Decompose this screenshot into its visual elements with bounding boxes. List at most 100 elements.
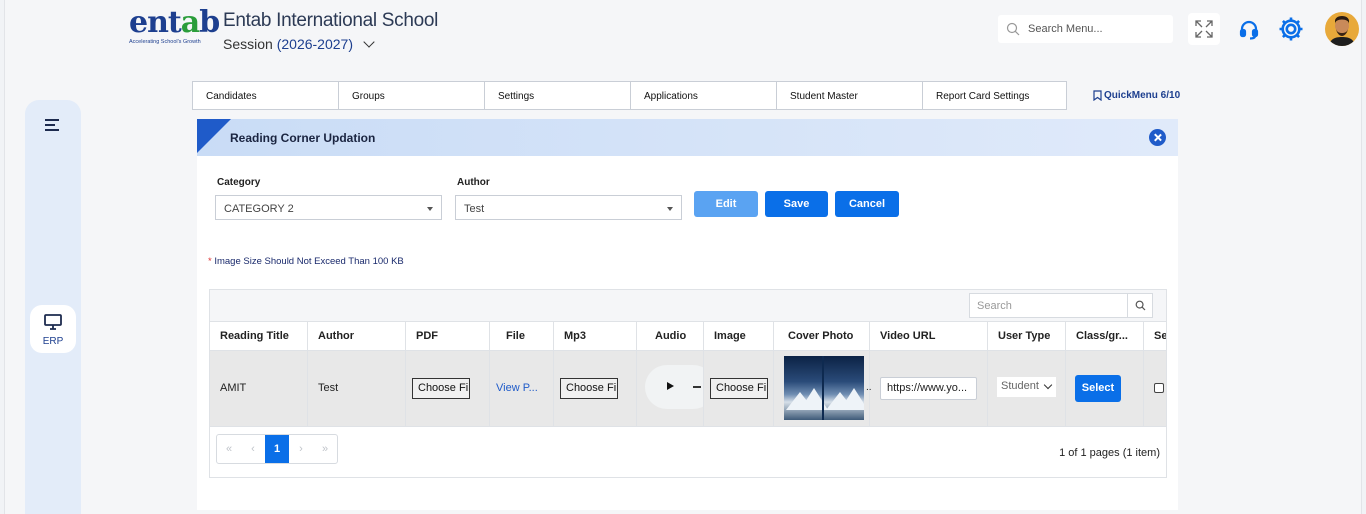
col-reading-title[interactable]: Reading Title [210, 322, 308, 350]
entab-logo: entab Accelerating School's Growth [129, 5, 220, 52]
erp-label: ERP [42, 336, 64, 347]
edit-button[interactable]: Edit [694, 191, 758, 217]
pager-page-1[interactable]: 1 [265, 435, 289, 463]
cover-photo-thumbnail [784, 356, 864, 420]
quickmenu-label: QuickMenu 6/10 [1104, 90, 1181, 101]
cell-user-type: Student [988, 351, 1066, 426]
grid-toolbar [210, 290, 1166, 321]
quickmenu-link[interactable]: QuickMenu 6/10 [1093, 90, 1180, 101]
tab-applications[interactable]: Applications [631, 82, 777, 109]
col-mp3[interactable]: Mp3 [554, 322, 637, 350]
grid-search-button[interactable] [1127, 294, 1152, 317]
menu-icon[interactable] [45, 119, 59, 134]
reading-corner-panel: Reading Corner Updation Category CATEGOR… [197, 119, 1178, 510]
col-pdf[interactable]: PDF [406, 322, 490, 350]
author-value: Test [464, 203, 485, 215]
author-value: Test [318, 382, 339, 394]
pager-first-button[interactable]: « [217, 435, 241, 463]
view-pdf-link[interactable]: View P... [496, 382, 538, 394]
support-button[interactable] [1233, 13, 1265, 45]
col-audio[interactable]: Audio [637, 322, 704, 350]
tab-candidates[interactable]: Candidates [193, 82, 339, 109]
play-icon[interactable] [667, 382, 674, 390]
col-cover-photo[interactable]: Cover Photo [774, 322, 870, 350]
tab-student-master[interactable]: Student Master [777, 82, 923, 109]
category-label: Category [217, 177, 261, 188]
cell-file: View P... [490, 351, 554, 426]
cell-video-url: https://www.yo... [870, 351, 988, 426]
reading-title-value: AMIT [220, 382, 247, 394]
search-menu-input[interactable] [1028, 23, 1168, 35]
settings-button[interactable] [1275, 13, 1307, 45]
close-icon[interactable] [1149, 129, 1166, 146]
grid-search-input[interactable] [970, 294, 1127, 317]
bookmark-icon [1093, 90, 1102, 101]
category-value: CATEGORY 2 [224, 203, 294, 215]
sidebar: ERP [25, 100, 81, 514]
headset-icon [1239, 20, 1259, 40]
cell-mp3: Choose Fi [554, 351, 637, 426]
pager-next-button[interactable]: › [289, 435, 313, 463]
audio-player[interactable] [645, 365, 703, 409]
category-select[interactable]: CATEGORY 2 [215, 195, 442, 220]
mp3-file-button[interactable]: Choose Fi [560, 378, 618, 399]
table-row[interactable]: AMIT Test Choose Fi View P... Choose Fi … [210, 351, 1166, 427]
author-label: Author [457, 177, 490, 188]
col-file[interactable]: File [490, 322, 554, 350]
author-select[interactable]: Test [455, 195, 682, 220]
sidebar-item-erp[interactable]: ERP [30, 305, 76, 353]
col-image[interactable]: Image [704, 322, 774, 350]
tab-groups[interactable]: Groups [339, 82, 485, 109]
col-video-url[interactable]: Video URL [870, 322, 988, 350]
pager-last-button[interactable]: » [313, 435, 337, 463]
chevron-down-icon [363, 36, 375, 48]
user-avatar[interactable] [1325, 12, 1359, 46]
class-select-button[interactable]: Select [1075, 375, 1121, 402]
tab-report-card-settings[interactable]: Report Card Settings [923, 82, 1066, 109]
user-type-select[interactable]: Student [997, 377, 1056, 397]
cell-image: Choose Fi [704, 351, 774, 426]
save-button[interactable]: Save [765, 191, 828, 217]
col-user-type[interactable]: User Type [988, 322, 1066, 350]
cell-select [1144, 351, 1166, 426]
gear-icon [1279, 17, 1303, 41]
logo-word: entab [129, 5, 220, 40]
row-select-checkbox[interactable] [1154, 383, 1164, 393]
caret-down-icon [427, 207, 433, 211]
grid-header-row: Reading Title Author PDF File Mp3 Audio … [210, 321, 1166, 351]
col-class-group[interactable]: Class/gr... [1066, 322, 1144, 350]
col-select[interactable]: Se... [1144, 322, 1166, 350]
cancel-button[interactable]: Cancel [835, 191, 899, 217]
pdf-file-button[interactable]: Choose Fi [412, 378, 470, 399]
col-author[interactable]: Author [308, 322, 406, 350]
panel-header: Reading Corner Updation [197, 119, 1178, 156]
search-menu-box[interactable] [998, 15, 1173, 43]
progress-icon [693, 386, 701, 388]
school-name: Entab International School [223, 10, 439, 31]
cell-author: Test [308, 351, 406, 426]
session-selector[interactable]: Session (2026-2027) [223, 36, 375, 52]
fullscreen-button[interactable] [1188, 13, 1220, 45]
image-size-note: * Image Size Should Not Exceed Than 100 … [208, 256, 404, 267]
cell-reading-title: AMIT [210, 351, 308, 426]
pager: « ‹ 1 › » [216, 434, 338, 464]
caret-down-icon [667, 207, 673, 211]
expand-icon [1195, 20, 1213, 38]
search-icon [1135, 300, 1145, 311]
session-label: Session [223, 36, 273, 52]
monitor-icon [44, 314, 62, 330]
panel-corner-accent [197, 119, 231, 153]
video-url-input[interactable]: https://www.yo... [880, 377, 977, 400]
cell-pdf: Choose Fi [406, 351, 490, 426]
app-frame: entab Accelerating School's Growth Entab… [4, 0, 1362, 514]
search-icon [1006, 22, 1020, 36]
pager-prev-button[interactable]: ‹ [241, 435, 265, 463]
module-tabs: Candidates Groups Settings Applications … [192, 81, 1067, 110]
grid-search-box[interactable] [969, 293, 1153, 318]
page-info: 1 of 1 pages (1 item) [1059, 447, 1160, 459]
panel-title: Reading Corner Updation [230, 131, 376, 145]
cell-cover-photo: .. [774, 351, 872, 426]
logo-tagline: Accelerating School's Growth [129, 39, 201, 45]
tab-settings[interactable]: Settings [485, 82, 631, 109]
image-file-button[interactable]: Choose Fi [710, 378, 768, 399]
